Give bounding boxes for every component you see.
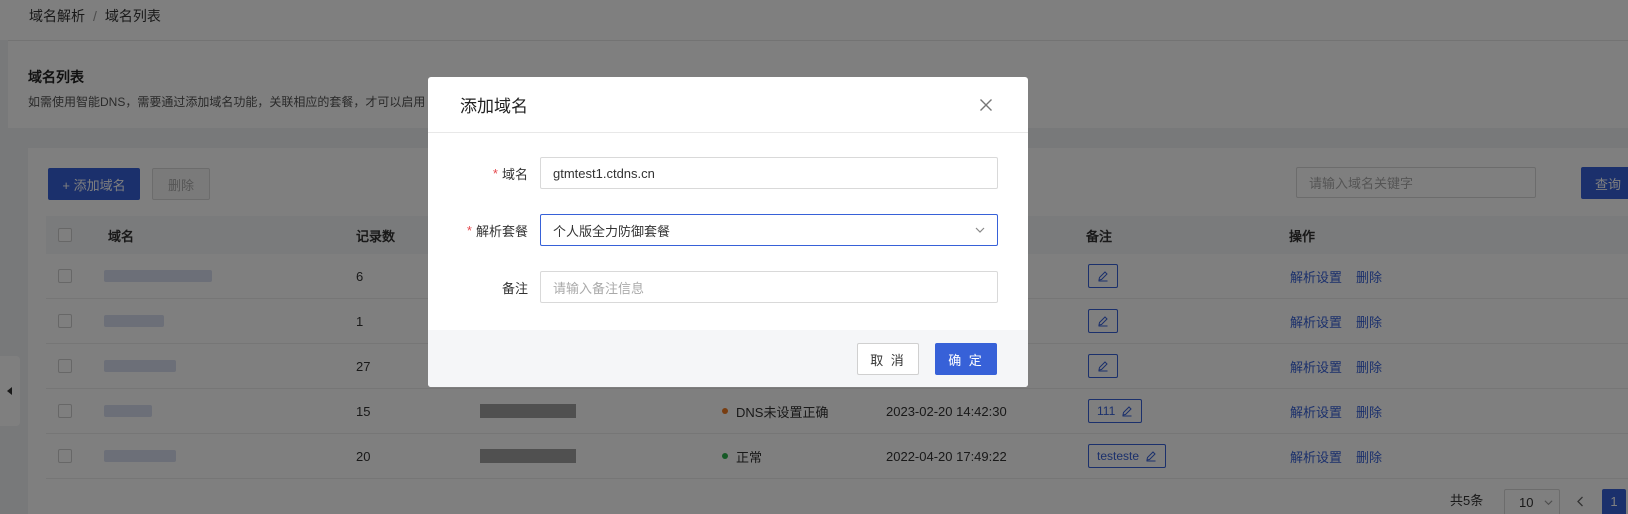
required-mark: * (492, 165, 498, 181)
close-icon[interactable] (976, 95, 996, 115)
form-row-domain: * 域名 gtmtest1.ctdns.cn (428, 157, 1028, 189)
dialog-title: 添加域名 (460, 97, 528, 116)
package-select[interactable]: 个人版全力防御套餐 (540, 214, 998, 246)
dialog-footer: 取 消 确 定 (428, 330, 1028, 387)
package-select-value: 个人版全力防御套餐 (553, 223, 671, 239)
chevron-down-icon (975, 227, 985, 233)
note-input[interactable]: 请输入备注信息 (540, 271, 998, 303)
cancel-button[interactable]: 取 消 (857, 343, 919, 375)
form-row-package: * 解析套餐 个人版全力防御套餐 (428, 214, 1028, 246)
domain-label: * 域名 (492, 165, 528, 182)
confirm-button[interactable]: 确 定 (935, 343, 997, 375)
note-label: 备注 (501, 280, 528, 296)
form-row-note: 备注 请输入备注信息 (428, 271, 1028, 303)
domain-input[interactable]: gtmtest1.ctdns.cn (540, 157, 998, 189)
package-label: * 解析套餐 (466, 222, 528, 239)
required-mark: * (466, 222, 472, 238)
add-domain-dialog: 添加域名 * 域名 gtmtest1.ctdns.cn * 解析套餐 个人版全力防御… (428, 77, 1028, 387)
dialog-header: 添加域名 (428, 77, 1028, 133)
